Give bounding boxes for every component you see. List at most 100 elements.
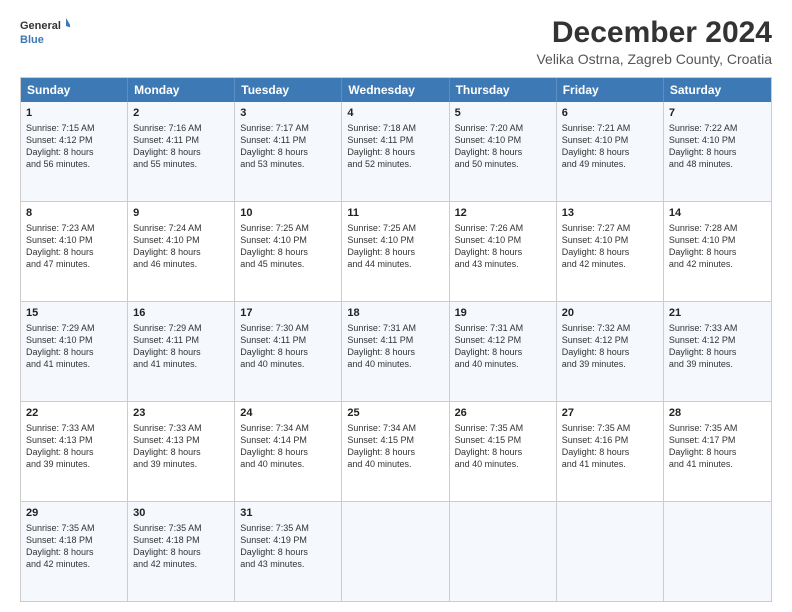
cal-header-thursday: Thursday (450, 78, 557, 102)
cal-cell-5: 5Sunrise: 7:20 AMSunset: 4:10 PMDaylight… (450, 102, 557, 201)
cal-header-friday: Friday (557, 78, 664, 102)
cal-row-2: 8Sunrise: 7:23 AMSunset: 4:10 PMDaylight… (21, 201, 771, 301)
day-info: Sunrise: 7:33 AM (26, 422, 122, 434)
cal-header-tuesday: Tuesday (235, 78, 342, 102)
day-number: 16 (133, 306, 229, 321)
day-number: 8 (26, 206, 122, 221)
day-info: Daylight: 8 hours (26, 246, 122, 258)
day-info: Sunrise: 7:27 AM (562, 222, 658, 234)
day-info: Sunset: 4:11 PM (347, 134, 443, 146)
day-number: 31 (240, 506, 336, 521)
cal-cell-6: 6Sunrise: 7:21 AMSunset: 4:10 PMDaylight… (557, 102, 664, 201)
day-info: Daylight: 8 hours (347, 146, 443, 158)
cal-cell-10: 10Sunrise: 7:25 AMSunset: 4:10 PMDayligh… (235, 202, 342, 301)
day-number: 4 (347, 106, 443, 121)
day-info: Daylight: 8 hours (562, 446, 658, 458)
day-info: Daylight: 8 hours (26, 446, 122, 458)
day-info: Sunrise: 7:32 AM (562, 322, 658, 334)
day-info: and 40 minutes. (455, 358, 551, 370)
day-info: Daylight: 8 hours (562, 246, 658, 258)
day-number: 20 (562, 306, 658, 321)
day-info: Sunset: 4:10 PM (669, 234, 766, 246)
day-info: and 47 minutes. (26, 258, 122, 270)
day-info: Daylight: 8 hours (669, 246, 766, 258)
calendar-header: SundayMondayTuesdayWednesdayThursdayFrid… (21, 78, 771, 102)
cal-header-wednesday: Wednesday (342, 78, 449, 102)
day-info: Sunrise: 7:35 AM (669, 422, 766, 434)
cal-cell-18: 18Sunrise: 7:31 AMSunset: 4:11 PMDayligh… (342, 302, 449, 401)
day-info: and 52 minutes. (347, 158, 443, 170)
calendar: SundayMondayTuesdayWednesdayThursdayFrid… (20, 77, 772, 602)
day-info: Sunset: 4:10 PM (562, 134, 658, 146)
day-info: Daylight: 8 hours (455, 446, 551, 458)
day-number: 22 (26, 406, 122, 421)
cal-header-sunday: Sunday (21, 78, 128, 102)
day-info: Sunrise: 7:33 AM (133, 422, 229, 434)
day-number: 6 (562, 106, 658, 121)
day-info: Sunrise: 7:26 AM (455, 222, 551, 234)
header: General Blue December 2024 Velika Ostrna… (20, 16, 772, 67)
cal-cell-7: 7Sunrise: 7:22 AMSunset: 4:10 PMDaylight… (664, 102, 771, 201)
day-info: Daylight: 8 hours (133, 546, 229, 558)
day-info: Daylight: 8 hours (669, 346, 766, 358)
cal-cell-29: 29Sunrise: 7:35 AMSunset: 4:18 PMDayligh… (21, 502, 128, 601)
day-info: Sunset: 4:12 PM (455, 334, 551, 346)
day-info: Sunset: 4:14 PM (240, 434, 336, 446)
cal-header-monday: Monday (128, 78, 235, 102)
cal-cell-empty (557, 502, 664, 601)
cal-cell-13: 13Sunrise: 7:27 AMSunset: 4:10 PMDayligh… (557, 202, 664, 301)
cal-cell-23: 23Sunrise: 7:33 AMSunset: 4:13 PMDayligh… (128, 402, 235, 501)
cal-cell-28: 28Sunrise: 7:35 AMSunset: 4:17 PMDayligh… (664, 402, 771, 501)
day-number: 18 (347, 306, 443, 321)
cal-row-5: 29Sunrise: 7:35 AMSunset: 4:18 PMDayligh… (21, 501, 771, 601)
day-info: Sunrise: 7:34 AM (240, 422, 336, 434)
day-info: and 53 minutes. (240, 158, 336, 170)
day-info: Sunrise: 7:29 AM (26, 322, 122, 334)
day-info: Daylight: 8 hours (347, 446, 443, 458)
cal-cell-empty (664, 502, 771, 601)
day-info: and 39 minutes. (26, 458, 122, 470)
day-info: Daylight: 8 hours (240, 146, 336, 158)
day-info: and 41 minutes. (562, 458, 658, 470)
cal-row-1: 1Sunrise: 7:15 AMSunset: 4:12 PMDaylight… (21, 102, 771, 201)
day-info: Daylight: 8 hours (455, 246, 551, 258)
day-info: Daylight: 8 hours (240, 546, 336, 558)
day-info: Sunset: 4:10 PM (240, 234, 336, 246)
cal-cell-2: 2Sunrise: 7:16 AMSunset: 4:11 PMDaylight… (128, 102, 235, 201)
cal-row-3: 15Sunrise: 7:29 AMSunset: 4:10 PMDayligh… (21, 301, 771, 401)
day-info: Sunrise: 7:30 AM (240, 322, 336, 334)
day-info: Sunset: 4:10 PM (455, 134, 551, 146)
day-info: and 42 minutes. (26, 558, 122, 570)
cal-cell-11: 11Sunrise: 7:25 AMSunset: 4:10 PMDayligh… (342, 202, 449, 301)
day-info: and 39 minutes. (133, 458, 229, 470)
day-info: Sunrise: 7:35 AM (26, 522, 122, 534)
cal-cell-3: 3Sunrise: 7:17 AMSunset: 4:11 PMDaylight… (235, 102, 342, 201)
day-number: 15 (26, 306, 122, 321)
day-number: 19 (455, 306, 551, 321)
cal-cell-30: 30Sunrise: 7:35 AMSunset: 4:18 PMDayligh… (128, 502, 235, 601)
day-info: and 42 minutes. (562, 258, 658, 270)
day-info: Sunset: 4:11 PM (133, 334, 229, 346)
day-info: Sunrise: 7:25 AM (347, 222, 443, 234)
day-number: 29 (26, 506, 122, 521)
logo-svg: General Blue (20, 16, 70, 48)
cal-cell-25: 25Sunrise: 7:34 AMSunset: 4:15 PMDayligh… (342, 402, 449, 501)
day-number: 26 (455, 406, 551, 421)
day-info: Sunrise: 7:24 AM (133, 222, 229, 234)
day-info: Sunset: 4:11 PM (347, 334, 443, 346)
day-info: and 39 minutes. (562, 358, 658, 370)
day-info: and 42 minutes. (669, 258, 766, 270)
day-info: Sunrise: 7:16 AM (133, 122, 229, 134)
day-info: Daylight: 8 hours (240, 446, 336, 458)
subtitle: Velika Ostrna, Zagreb County, Croatia (536, 51, 772, 67)
day-number: 17 (240, 306, 336, 321)
day-info: Sunrise: 7:22 AM (669, 122, 766, 134)
day-info: and 43 minutes. (455, 258, 551, 270)
day-info: and 55 minutes. (133, 158, 229, 170)
cal-cell-empty (450, 502, 557, 601)
cal-cell-8: 8Sunrise: 7:23 AMSunset: 4:10 PMDaylight… (21, 202, 128, 301)
day-info: Daylight: 8 hours (669, 446, 766, 458)
cal-cell-1: 1Sunrise: 7:15 AMSunset: 4:12 PMDaylight… (21, 102, 128, 201)
day-info: Sunset: 4:12 PM (669, 334, 766, 346)
cal-cell-17: 17Sunrise: 7:30 AMSunset: 4:11 PMDayligh… (235, 302, 342, 401)
